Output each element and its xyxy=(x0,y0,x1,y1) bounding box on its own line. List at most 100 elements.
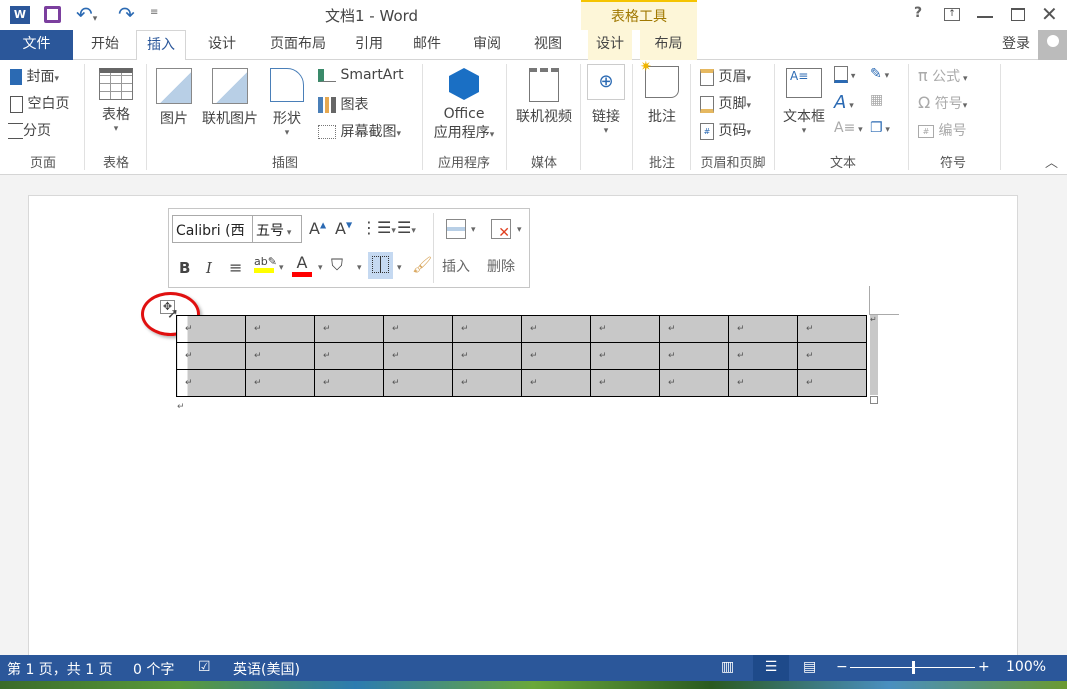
table-cell[interactable]: ↵ xyxy=(245,369,315,397)
screenshot-button[interactable]: 屏幕截图▾ xyxy=(318,121,401,141)
table-cell[interactable]: ↵ xyxy=(314,369,384,397)
table-cell[interactable]: ↵ xyxy=(176,342,246,370)
language[interactable]: 英语(美国) xyxy=(233,659,300,679)
font-size-select[interactable]: 五号 ▾ xyxy=(252,215,302,243)
tab-design[interactable]: 设计 xyxy=(196,30,248,60)
undo-icon[interactable]: ↶▾ xyxy=(76,2,97,26)
online-picture-button[interactable]: 联机图片 xyxy=(202,68,258,128)
zoom-slider-thumb[interactable] xyxy=(911,661,915,674)
tab-mailings[interactable]: 邮件 xyxy=(402,30,452,60)
delete-table-icon[interactable]: ✕ xyxy=(491,219,511,241)
table-cell[interactable]: ↵ xyxy=(452,369,522,397)
table-cell[interactable]: ↵ xyxy=(314,342,384,370)
cover-page-button[interactable]: 封面▾ xyxy=(10,66,59,86)
table-cell[interactable]: ↵ xyxy=(452,315,522,343)
tab-table-layout[interactable]: 布局 xyxy=(640,30,697,60)
wordart-button[interactable]: A ▾ xyxy=(834,92,854,113)
save-icon[interactable] xyxy=(44,6,61,23)
insert-button[interactable]: 插入 xyxy=(442,256,470,276)
table-button[interactable]: 表格 ▾ xyxy=(96,68,136,134)
table-cell[interactable]: ↵ xyxy=(314,315,384,343)
table-cell[interactable]: ↵ xyxy=(797,369,867,397)
online-video-button[interactable]: 联机视频 xyxy=(512,68,576,126)
highlight-color-button[interactable]: ab✎ xyxy=(254,255,277,273)
chart-button[interactable]: 图表 xyxy=(318,94,368,114)
customize-qat-icon[interactable]: ≡ xyxy=(150,7,158,18)
date-time-button[interactable]: ▦ xyxy=(870,92,883,108)
redo-icon[interactable]: ↷ xyxy=(118,2,135,26)
table-cell[interactable]: ↵ xyxy=(176,369,246,397)
object-button[interactable]: ❐ ▾ xyxy=(870,120,890,136)
table-cell[interactable]: ↵ xyxy=(728,315,798,343)
table-cell[interactable]: ↵ xyxy=(590,315,660,343)
table-cell[interactable]: ↵ xyxy=(590,369,660,397)
tab-references[interactable]: 引用 xyxy=(344,30,394,60)
table-cell[interactable]: ↵ xyxy=(383,315,453,343)
table-resize-handle[interactable] xyxy=(870,396,878,404)
zoom-out-button[interactable]: − xyxy=(836,659,848,675)
tab-home[interactable]: 开始 xyxy=(80,30,130,60)
font-color-button[interactable]: A xyxy=(292,253,312,277)
table-cell[interactable]: ↵ xyxy=(659,369,729,397)
delete-button[interactable]: 删除 xyxy=(487,256,515,276)
signature-line-button[interactable]: ✎ ▾ xyxy=(870,66,889,82)
drop-cap-button[interactable]: A≡ ▾ xyxy=(834,120,863,136)
blank-page-button[interactable]: 空白页 xyxy=(10,93,69,113)
read-mode-icon[interactable]: ▥ xyxy=(721,659,734,675)
table-cell[interactable]: ↵ xyxy=(383,342,453,370)
quick-parts-button[interactable]: ▾ xyxy=(834,66,855,83)
tab-layout[interactable]: 页面布局 xyxy=(258,30,338,60)
comment-button[interactable]: ✷ 批注 xyxy=(640,59,682,126)
close-button[interactable]: ✕ xyxy=(1041,2,1058,26)
minimize-button[interactable] xyxy=(977,16,993,18)
page-number-button[interactable]: # 页码▾ xyxy=(700,120,751,140)
tab-review[interactable]: 审阅 xyxy=(462,30,512,60)
table-cell[interactable]: ↵ xyxy=(176,315,246,343)
smartart-button[interactable]: SmartArt xyxy=(318,67,404,83)
table-cell[interactable]: ↵ xyxy=(728,342,798,370)
document-table[interactable]: ↵ ↵ ↵ ↵ ↵ ↵ ↵ ↵ ↵ ↵ ↵ ↵ ↵ ↵ ↵ ↵ ↵ ↵ ↵ ↵ ↵ ↵ ↵ ↵ ↵ ↵ ↵ ↵ ↵ ↵ xyxy=(176,315,867,397)
zoom-level[interactable]: 100% xyxy=(1006,659,1046,675)
tab-table-design[interactable]: 设计 xyxy=(588,30,632,60)
table-cell[interactable]: ↵ xyxy=(521,342,591,370)
table-cell[interactable]: ↵ xyxy=(245,342,315,370)
insert-table-rows-icon[interactable] xyxy=(446,219,466,239)
table-cell[interactable]: ↵ xyxy=(521,315,591,343)
numbering-button[interactable]: # 编号 xyxy=(918,120,966,140)
font-name-select[interactable]: Calibri (⁠西 xyxy=(172,215,253,243)
table-cell[interactable]: ↵ xyxy=(797,342,867,370)
ribbon-display-icon[interactable]: ↑ xyxy=(944,8,960,21)
help-button[interactable]: ? xyxy=(914,5,922,21)
zoom-in-button[interactable]: + xyxy=(978,659,990,675)
picture-button[interactable]: 图片 xyxy=(156,68,192,128)
numbering-list-icon[interactable]: ☰▾ xyxy=(397,218,416,237)
header-button[interactable]: 页眉▾ xyxy=(700,66,751,86)
office-apps-button[interactable]: Office 应用程序▾ xyxy=(428,68,500,142)
table-cell[interactable]: ↵ xyxy=(659,342,729,370)
table-cell[interactable]: ↵ xyxy=(728,369,798,397)
sign-in-link[interactable]: 登录 xyxy=(996,30,1036,60)
shapes-button[interactable]: 形状 ▾ xyxy=(270,68,304,138)
table-cell[interactable]: ↵ xyxy=(521,369,591,397)
table-cell[interactable]: ↵ xyxy=(590,342,660,370)
footer-button[interactable]: 页脚▾ xyxy=(700,93,751,113)
format-painter-icon[interactable]: 🖌 xyxy=(412,255,432,274)
tab-file[interactable]: 文件 xyxy=(0,30,73,60)
avatar[interactable] xyxy=(1038,30,1067,60)
symbol-button[interactable]: Ω 符号▾ xyxy=(918,93,967,113)
center-align-icon[interactable]: ≡ xyxy=(229,258,242,277)
links-button[interactable]: ⊕ 链接 ▾ xyxy=(587,64,625,136)
italic-button[interactable]: I xyxy=(206,259,212,277)
print-layout-button[interactable]: ☰ xyxy=(753,655,789,681)
shading-icon[interactable]: ⛉ xyxy=(331,255,343,275)
bullets-icon[interactable]: ⋮☰▾ xyxy=(361,218,396,237)
bold-button[interactable]: B xyxy=(179,259,190,277)
page-count[interactable]: 第 1 页，共 1 页 xyxy=(7,659,113,679)
zoom-slider[interactable] xyxy=(850,661,975,674)
tab-view[interactable]: 视图 xyxy=(522,30,574,60)
borders-button[interactable] xyxy=(368,252,393,279)
tab-insert[interactable]: 插入 xyxy=(136,30,186,61)
table-cell[interactable]: ↵ xyxy=(383,369,453,397)
grow-font-icon[interactable]: A▲ xyxy=(309,219,326,238)
proofing-icon[interactable]: ☑ xyxy=(198,659,211,675)
